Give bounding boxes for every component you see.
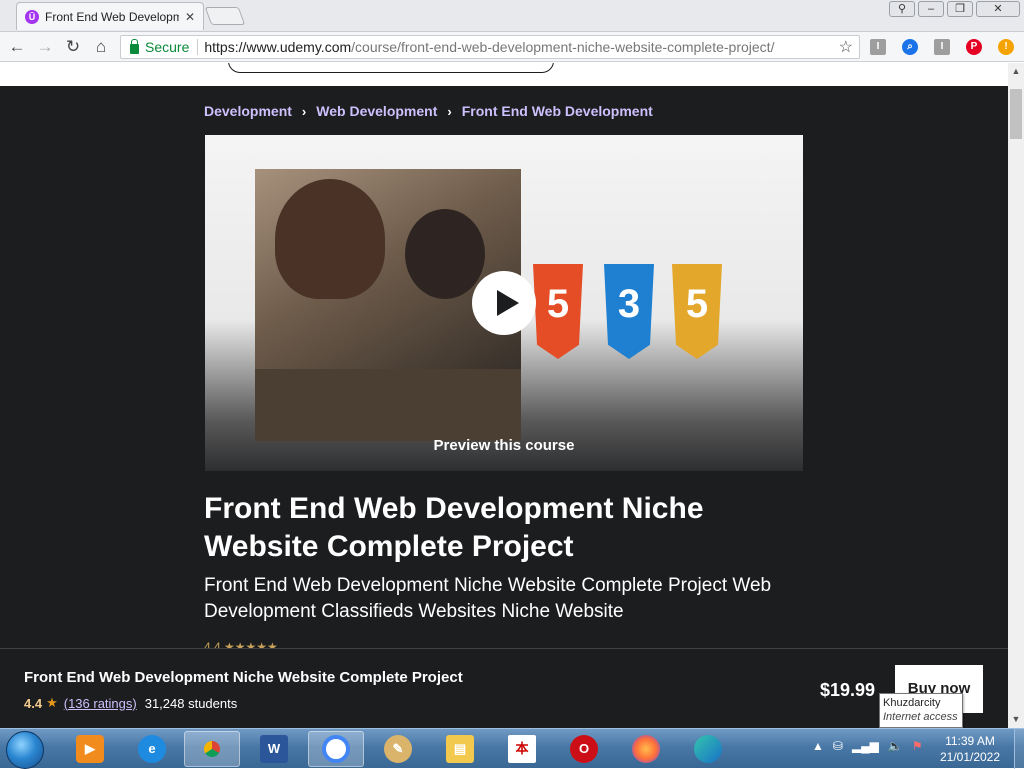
scroll-up-icon[interactable]: ▲: [1008, 63, 1024, 79]
file-explorer-icon[interactable]: ▤: [432, 731, 488, 767]
rating-row-partial: 4.4 ★★★★★: [204, 640, 278, 648]
network-signal-icon[interactable]: ▂▄▆: [852, 739, 879, 753]
windows-start-icon[interactable]: [6, 731, 44, 769]
lock-icon: [130, 39, 139, 54]
windows-taskbar: ▶ e W ✎ ▤ 本 O ▲ ⛁ ▂▄▆ 🔈 ⚑ 11:39 AM 21/01…: [0, 728, 1024, 769]
star-icon: ★: [46, 695, 58, 710]
url-host: https://www.udemy.com: [204, 39, 352, 55]
ratings-link[interactable]: (136 ratings): [64, 696, 137, 711]
scroll-down-icon[interactable]: ▼: [1008, 711, 1024, 727]
edge-icon[interactable]: [680, 731, 736, 767]
minimize-button[interactable]: –: [918, 1, 944, 17]
sticky-course-title: Front End Web Development Niche Website …: [24, 669, 463, 686]
chrome-active-icon[interactable]: [308, 731, 364, 767]
student-count: 31,248 students: [144, 695, 238, 711]
course-subtitle: Front End Web Development Niche Website …: [204, 575, 772, 622]
chevron-right-icon: ›: [301, 103, 307, 119]
course-page: Development › Web Development › Front En…: [0, 63, 1008, 648]
calendar-app-icon[interactable]: 本: [494, 731, 550, 767]
media-player-icon[interactable]: ▶: [62, 731, 118, 767]
address-bar[interactable]: Secure https://www.udemy.com/course/fron…: [120, 35, 860, 59]
close-window-button[interactable]: ✕: [976, 1, 1020, 17]
rating-value: 4.4: [24, 695, 43, 711]
internet-explorer-icon[interactable]: e: [124, 731, 180, 767]
address-separator: [197, 39, 199, 55]
course-title: Front End Web Development Niche Website …: [204, 492, 704, 563]
show-desktop-button[interactable]: [1014, 729, 1024, 769]
network-status: Internet access: [883, 711, 958, 723]
browser-titlebar: Ū Front End Web Developm ✕ ⚲ – ❐ ✕: [0, 0, 1024, 32]
window-controls: ⚲ – ❐ ✕: [889, 1, 1020, 17]
alert-ext-icon[interactable]: !: [998, 39, 1014, 55]
home-icon[interactable]: ⌂: [90, 37, 112, 57]
preview-label: Preview this course: [433, 437, 575, 454]
system-tray: ▲ ⛁ ▂▄▆ 🔈 ⚑: [812, 739, 923, 753]
site-search-input[interactable]: [228, 63, 554, 73]
usb-icon[interactable]: ⛁: [833, 739, 843, 753]
scroll-thumb[interactable]: [1010, 89, 1022, 139]
back-icon[interactable]: ←: [6, 37, 28, 57]
instapaper-icon[interactable]: I: [934, 39, 950, 55]
browser-toolbar: ← → ↻ ⌂ Secure https://www.udemy.com/cou…: [0, 32, 1024, 62]
play-icon[interactable]: [472, 271, 536, 335]
opera-icon[interactable]: O: [556, 731, 612, 767]
word-icon[interactable]: W: [246, 731, 302, 767]
chrome-icon[interactable]: [184, 731, 240, 767]
breadcrumb-web-development[interactable]: Web Development: [316, 103, 437, 119]
html5-gold-logo-icon: 5: [672, 264, 722, 359]
student-figure: [405, 209, 485, 299]
tab-title: Front End Web Developm: [45, 9, 179, 24]
clock-date: 21/01/2022: [939, 750, 1001, 764]
course-price: $19.99: [820, 680, 876, 700]
sticky-purchase-bar: Front End Web Development Niche Website …: [0, 648, 1008, 728]
site-header-strip: [0, 63, 1008, 86]
action-center-icon[interactable]: ⚑: [912, 739, 923, 753]
volume-icon[interactable]: 🔈: [888, 739, 903, 753]
instapaper-icon[interactable]: I: [870, 39, 886, 55]
secure-label: Secure: [145, 39, 190, 55]
sticky-rating-row: 4.4 ★ (136 ratings) 31,248 students: [24, 695, 237, 711]
course-preview-video[interactable]: 5 3 5 Preview this course: [205, 135, 803, 471]
pinterest-icon[interactable]: P: [966, 39, 982, 55]
firefox-icon[interactable]: [618, 731, 674, 767]
forward-icon[interactable]: →: [34, 37, 56, 57]
browser-tab[interactable]: Ū Front End Web Developm ✕: [16, 2, 204, 30]
restore-button[interactable]: ❐: [947, 1, 973, 17]
clock-time: 11:39 AM: [945, 734, 995, 748]
taskbar-clock[interactable]: 11:39 AM 21/01/2022: [930, 733, 1010, 765]
html5-logo-icon: 5: [533, 264, 583, 359]
udemy-icon: Ū: [25, 9, 39, 24]
network-name: Khuzdarcity: [883, 697, 941, 709]
student-figure: [275, 179, 385, 299]
bookmark-star-icon[interactable]: ☆: [839, 37, 853, 57]
desk-shape: [255, 369, 521, 441]
search-ext-icon[interactable]: ⌕: [902, 39, 918, 55]
chevron-right-icon: ›: [447, 103, 452, 119]
show-hidden-icons-icon[interactable]: ▲: [812, 739, 824, 753]
profile-icon[interactable]: ⚲: [889, 1, 915, 17]
network-tooltip: Khuzdarcity Internet access: [879, 693, 963, 728]
breadcrumb-development[interactable]: Development: [204, 103, 292, 119]
breadcrumb-front-end[interactable]: Front End Web Development: [462, 103, 653, 119]
new-tab-button[interactable]: [204, 7, 246, 25]
breadcrumb: Development › Web Development › Front En…: [204, 103, 653, 119]
page-scrollbar[interactable]: ▲ ▼: [1008, 63, 1024, 728]
css3-logo-icon: 3: [604, 264, 654, 359]
tab-close-icon[interactable]: ✕: [185, 10, 195, 24]
url-path: /course/front-end-web-development-niche-…: [351, 39, 775, 55]
reload-icon[interactable]: ↻: [62, 37, 84, 57]
paint-icon[interactable]: ✎: [370, 731, 426, 767]
